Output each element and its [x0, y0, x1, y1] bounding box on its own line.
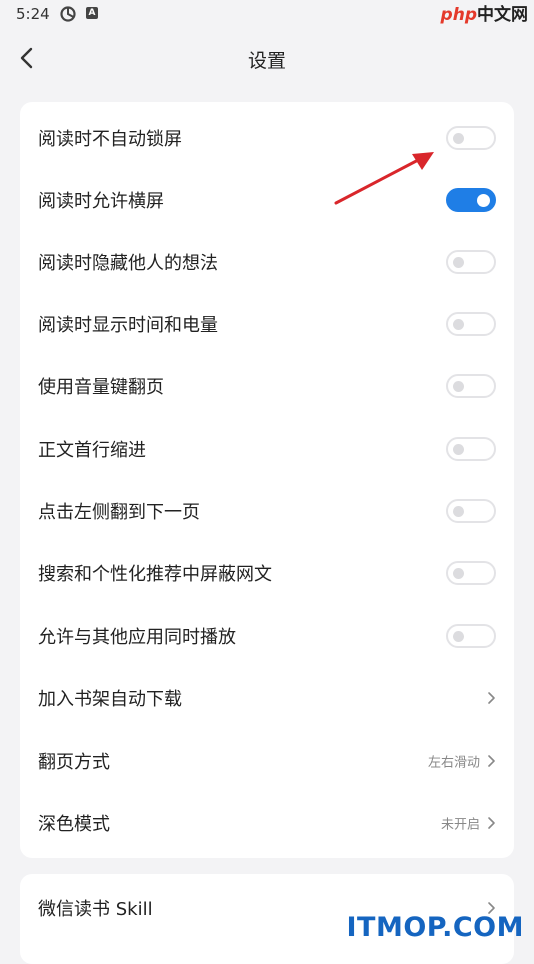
page-turn-mode-value: 左右滑动: [427, 755, 480, 771]
watermark-php-part1: php: [440, 5, 477, 25]
setting-row-dark-mode[interactable]: 深色模式 未开启: [20, 792, 514, 854]
setting-label: 正文首行缩进: [38, 440, 146, 461]
setting-label: 阅读时隐藏他人的想法: [38, 253, 218, 274]
toggle-knob: [453, 631, 464, 642]
setting-row-volume-key-paging[interactable]: 使用音量键翻页: [20, 355, 514, 417]
setting-label: 阅读时显示时间和电量: [38, 315, 218, 336]
first-line-indent-toggle[interactable]: [446, 437, 496, 461]
tap-left-next-page-toggle[interactable]: [446, 499, 496, 523]
toggle-knob: [453, 257, 464, 268]
setting-label: 加入书架自动下载: [38, 689, 182, 710]
setting-row-hide-others-thoughts[interactable]: 阅读时隐藏他人的想法: [20, 231, 514, 293]
setting-label: 允许与其他应用同时播放: [38, 627, 236, 648]
keep-screen-on-toggle[interactable]: [446, 126, 496, 150]
setting-label: 深色模式: [38, 814, 110, 835]
setting-label: 阅读时允许横屏: [38, 191, 164, 212]
watermark-php: php中文网: [441, 0, 528, 25]
chevron-right-icon: [488, 692, 495, 704]
setting-row-tap-left-next-page[interactable]: 点击左侧翻到下一页: [20, 480, 514, 542]
block-web-novels-toggle[interactable]: [446, 561, 496, 585]
toggle-knob: [453, 506, 464, 517]
a-badge-icon: A: [86, 7, 98, 19]
settings-card: 阅读时不自动锁屏 阅读时允许横屏 阅读时隐藏他人的想法 阅读时显示时间和电量 使…: [20, 102, 514, 858]
volume-key-paging-toggle[interactable]: [446, 374, 496, 398]
setting-row-allow-landscape[interactable]: 阅读时允许横屏: [20, 169, 514, 231]
chevron-right-icon: [488, 755, 495, 767]
page-title: 设置: [247, 50, 286, 72]
toggle-knob: [453, 319, 464, 330]
watermark-php-part2: 中文网: [477, 5, 528, 25]
toggle-knob: [453, 444, 464, 455]
setting-row-allow-concurrent-play[interactable]: 允许与其他应用同时播放: [20, 605, 514, 667]
setting-label: 使用音量键翻页: [38, 377, 164, 398]
show-time-battery-toggle[interactable]: [446, 312, 496, 336]
hide-others-thoughts-toggle[interactable]: [446, 250, 496, 274]
setting-label: 点击左侧翻到下一页: [38, 502, 200, 523]
setting-row-auto-download[interactable]: 加入书架自动下载: [20, 667, 514, 729]
status-time: 5:24: [16, 5, 50, 23]
sync-icon: [60, 6, 76, 22]
toggle-knob: [453, 381, 464, 392]
setting-label: 微信读书 Skill: [38, 899, 153, 920]
dark-mode-value: 未开启: [440, 817, 480, 833]
setting-label: 翻页方式: [38, 752, 110, 773]
setting-row-show-time-battery[interactable]: 阅读时显示时间和电量: [20, 293, 514, 355]
setting-row-first-line-indent[interactable]: 正文首行缩进: [20, 418, 514, 480]
watermark-itmop: ITMOP.COM: [346, 912, 524, 943]
setting-row-block-web-novels[interactable]: 搜索和个性化推荐中屏蔽网文: [20, 542, 514, 604]
setting-row-page-turn-mode[interactable]: 翻页方式 左右滑动: [20, 730, 514, 792]
allow-concurrent-play-toggle[interactable]: [446, 624, 496, 648]
toggle-knob: [453, 568, 464, 579]
allow-landscape-toggle[interactable]: [446, 188, 496, 212]
chevron-right-icon: [488, 817, 495, 829]
toggle-knob: [453, 133, 464, 144]
toggle-knob: [477, 194, 490, 207]
setting-label: 搜索和个性化推荐中屏蔽网文: [38, 564, 272, 585]
setting-label: 阅读时不自动锁屏: [38, 129, 182, 150]
setting-row-keep-screen-on[interactable]: 阅读时不自动锁屏: [20, 107, 514, 169]
header: 设置: [0, 30, 534, 86]
